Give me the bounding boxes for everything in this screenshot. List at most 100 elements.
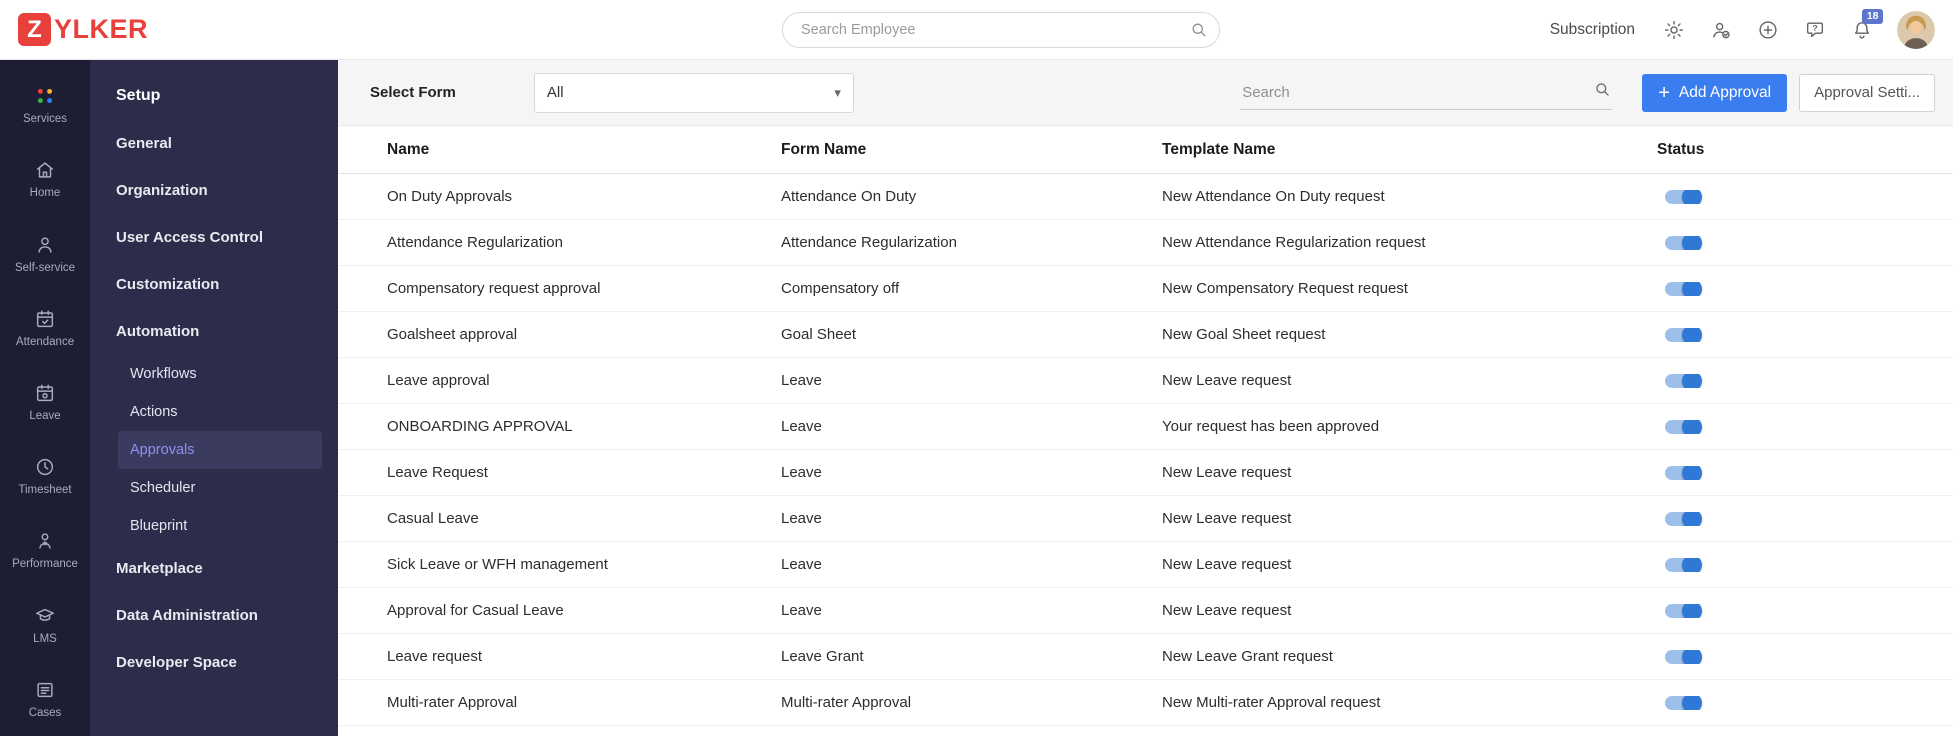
cell-status xyxy=(1657,327,1953,342)
status-toggle[interactable] xyxy=(1665,189,1702,204)
status-toggle[interactable] xyxy=(1665,281,1702,296)
table-row[interactable]: Compensatory request approval Compensato… xyxy=(338,266,1953,312)
gear-icon[interactable] xyxy=(1662,18,1686,42)
table-row[interactable]: Attendance Regularization Attendance Reg… xyxy=(338,220,1953,266)
status-toggle[interactable] xyxy=(1665,235,1702,250)
rail-item-leave[interactable]: Leave xyxy=(0,365,90,439)
setup-sidebar: Setup General Organization User Access C… xyxy=(90,60,338,736)
rail-item-lms[interactable]: LMS xyxy=(0,588,90,662)
status-toggle[interactable] xyxy=(1665,419,1702,434)
search-icon[interactable] xyxy=(1185,16,1213,44)
zylker-logo[interactable]: Z YLKER xyxy=(18,13,148,46)
table-row[interactable]: Multi-rater Approval Multi-rater Approva… xyxy=(338,680,1953,726)
sidebar-item-organization[interactable]: Organization xyxy=(90,167,338,214)
toggle-knob xyxy=(1682,419,1702,434)
select-form-label: Select Form xyxy=(370,84,456,101)
cell-template: Your request has been approved xyxy=(1162,418,1380,435)
column-header-name: Name xyxy=(387,140,430,158)
admin-user-icon[interactable] xyxy=(1709,18,1733,42)
sidebar-item-user-access-control[interactable]: User Access Control xyxy=(90,214,338,261)
approval-settings-button[interactable]: Approval Setti... xyxy=(1799,73,1935,112)
table-row[interactable]: Casual Leave Leave New Leave request xyxy=(338,496,1953,542)
employee-search-input[interactable] xyxy=(799,21,1185,39)
rail-label: Services xyxy=(22,113,68,126)
column-header-template-name: Template Name xyxy=(1162,140,1276,158)
rail-item-attendance[interactable]: Attendance xyxy=(0,291,90,365)
table-header-row: Name Form Name Template Name Status xyxy=(338,126,1953,174)
column-header-status: Status xyxy=(1657,140,1705,158)
toggle-knob xyxy=(1682,235,1702,250)
sidebar-item-developer-space[interactable]: Developer Space xyxy=(90,639,338,686)
approvals-table: Name Form Name Template Name Status On D… xyxy=(338,126,1953,736)
cell-name: Multi-rater Approval xyxy=(387,694,518,711)
cell-template: New Leave Grant request xyxy=(1162,648,1333,665)
table-row[interactable]: ONBOARDING APPROVAL Leave Your request h… xyxy=(338,404,1953,450)
add-approval-label: Add Approval xyxy=(1678,83,1772,101)
cell-status xyxy=(1657,465,1953,480)
toggle-knob xyxy=(1682,695,1702,710)
rail-item-performance[interactable]: Performance xyxy=(0,513,90,587)
sidebar-item-data-administration[interactable]: Data Administration xyxy=(90,592,338,639)
sidebar-item-blueprint[interactable]: Blueprint xyxy=(118,507,322,545)
services-icon xyxy=(34,85,56,107)
approval-search-input[interactable] xyxy=(1240,82,1586,102)
cell-status xyxy=(1657,373,1953,388)
cell-template: New Attendance Regularization request xyxy=(1162,234,1426,251)
subscription-link[interactable]: Subscription xyxy=(1550,21,1635,39)
sidebar-item-approvals[interactable]: Approvals xyxy=(118,431,322,469)
add-circle-icon[interactable] xyxy=(1756,18,1780,42)
table-row[interactable]: Leave request Leave Grant New Leave Gran… xyxy=(338,634,1953,680)
cell-form: Leave xyxy=(781,418,822,435)
rail-label: LMS xyxy=(33,632,57,645)
status-toggle[interactable] xyxy=(1665,649,1702,664)
status-toggle[interactable] xyxy=(1665,327,1702,342)
toggle-knob xyxy=(1682,649,1702,664)
help-icon[interactable]: ? xyxy=(1803,18,1827,42)
cell-template: New Compensatory Request request xyxy=(1162,280,1408,297)
cell-name: On Duty Approvals xyxy=(387,188,513,205)
table-row[interactable]: Approval for Casual Leave Leave New Leav… xyxy=(338,588,1953,634)
sidebar-item-actions[interactable]: Actions xyxy=(118,393,322,431)
status-toggle[interactable] xyxy=(1665,603,1702,618)
top-header: Z YLKER Subscription ? 18 xyxy=(0,0,1953,60)
rail-item-cases[interactable]: Cases xyxy=(0,662,90,736)
sidebar-item-marketplace[interactable]: Marketplace xyxy=(90,545,338,592)
rail-item-self-service[interactable]: Self-service xyxy=(0,216,90,290)
status-toggle[interactable] xyxy=(1665,465,1702,480)
bell-icon[interactable]: 18 xyxy=(1850,8,1883,42)
table-row[interactable]: Leave Request Leave New Leave request xyxy=(338,450,1953,496)
employee-search-box xyxy=(782,12,1220,48)
rail-item-home[interactable]: Home xyxy=(0,142,90,216)
sidebar-item-customization[interactable]: Customization xyxy=(90,261,338,308)
rail-label: Self-service xyxy=(14,261,76,274)
sidebar-item-automation[interactable]: Automation xyxy=(90,308,338,355)
approval-table-body: On Duty Approvals Attendance On Duty New… xyxy=(338,174,1953,726)
rail-item-services[interactable]: Services xyxy=(0,68,90,142)
cell-form: Compensatory off xyxy=(781,280,900,297)
status-toggle[interactable] xyxy=(1665,511,1702,526)
add-approval-button[interactable]: + Add Approval xyxy=(1642,73,1788,112)
table-row[interactable]: On Duty Approvals Attendance On Duty New… xyxy=(338,174,1953,220)
rail-label: Performance xyxy=(12,558,78,571)
sidebar-item-general[interactable]: General xyxy=(90,120,338,167)
approvals-toolbar: Select Form All ▾ + Add Approval Approva… xyxy=(338,60,1953,126)
table-row[interactable]: Goalsheet approval Goal Sheet New Goal S… xyxy=(338,312,1953,358)
status-toggle[interactable] xyxy=(1665,557,1702,572)
column-header-form-name: Form Name xyxy=(781,140,867,158)
table-row[interactable]: Leave approval Leave New Leave request xyxy=(338,358,1953,404)
sidebar-item-workflows[interactable]: Workflows xyxy=(118,355,322,393)
cell-name: Approval for Casual Leave xyxy=(387,602,564,619)
table-row[interactable]: Sick Leave or WFH management Leave New L… xyxy=(338,542,1953,588)
status-toggle[interactable] xyxy=(1665,695,1702,710)
cell-name: Compensatory request approval xyxy=(387,280,601,297)
cell-status xyxy=(1657,189,1953,204)
lms-icon xyxy=(34,605,56,627)
home-icon xyxy=(34,159,56,181)
form-filter-select[interactable]: All ▾ xyxy=(533,72,854,113)
form-filter-value: All xyxy=(546,84,564,101)
rail-item-timesheet[interactable]: Timesheet xyxy=(0,439,90,513)
avatar[interactable] xyxy=(1897,10,1935,49)
status-toggle[interactable] xyxy=(1665,373,1702,388)
sidebar-item-scheduler[interactable]: Scheduler xyxy=(118,469,322,507)
cell-form: Leave Grant xyxy=(781,648,864,665)
